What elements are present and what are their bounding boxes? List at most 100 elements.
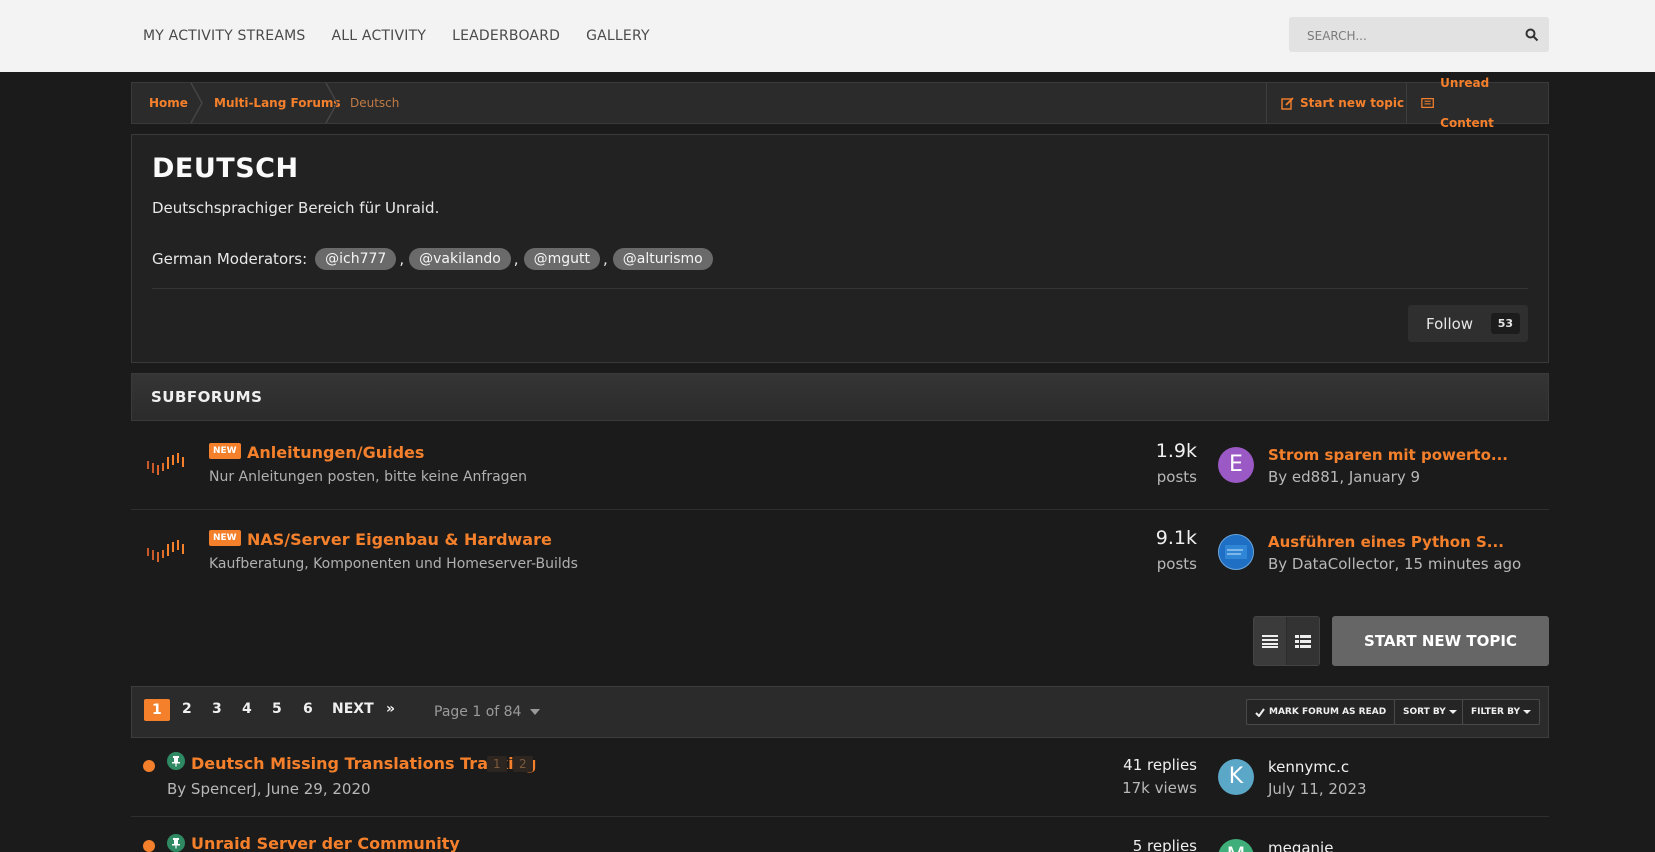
subforum-row: NEW NAS/Server Eigenbau & Hardware Kaufb… xyxy=(131,510,1549,596)
breadcrumb-separator-icon xyxy=(190,83,203,123)
follow-count: 53 xyxy=(1490,313,1520,334)
view-count: 17k views xyxy=(1122,779,1197,797)
breadcrumb-separator-icon xyxy=(325,83,338,123)
unread-content-link[interactable]: Unread Content xyxy=(1406,76,1548,130)
caret-down-icon xyxy=(1448,710,1457,714)
last-post-title[interactable]: Ausführen eines Python S... xyxy=(1268,533,1504,551)
topic-page-link[interactable]: 2 xyxy=(513,756,533,772)
filter-by-label: FILTER BY xyxy=(1471,707,1520,717)
page-link-6[interactable]: 6 xyxy=(303,701,313,717)
start-new-topic-button[interactable]: START NEW TOPIC xyxy=(1332,616,1549,666)
reply-count: 41 replies xyxy=(1123,756,1197,774)
avatar[interactable]: E xyxy=(1218,447,1254,483)
pagination-bar: 1 2 3 4 5 6 NEXT » Page 1 of 84 MARK FOR… xyxy=(131,686,1549,738)
topic-author: By SpencerJ, June 29, 2020 xyxy=(167,780,371,798)
forum-header: DEUTSCH Deutschsprachiger Bereich für Un… xyxy=(131,134,1549,363)
page-link-2[interactable]: 2 xyxy=(182,701,192,717)
subforum-title[interactable]: NAS/Server Eigenbau & Hardware xyxy=(247,530,552,549)
mark-forum-read-button[interactable]: MARK FORUM AS READ xyxy=(1246,699,1396,725)
topic-page-link[interactable]: 1 xyxy=(487,756,507,772)
topic-title[interactable]: Unraid Server der Community xyxy=(191,834,460,852)
pinned-icon xyxy=(167,834,185,852)
moderator-mention[interactable]: @vakilando xyxy=(409,248,511,270)
last-post-author: By DataCollector, 15 minutes ago xyxy=(1268,555,1522,573)
page-jump-dropdown[interactable]: Page 1 of 84 xyxy=(434,704,540,720)
forum-activity-icon xyxy=(147,540,184,562)
avatar[interactable]: M xyxy=(1218,839,1254,852)
page-link-1[interactable]: 1 xyxy=(144,699,170,721)
moderators-line: German Moderators: @ich777, @vakilando, … xyxy=(152,248,715,270)
last-page-link[interactable]: » xyxy=(386,701,395,717)
topic-row: Unraid Server der Community 5 replies M … xyxy=(131,825,1549,852)
sort-by-dropdown[interactable]: SORT BY xyxy=(1394,699,1466,725)
edit-icon xyxy=(1281,96,1294,110)
start-new-topic-label: Start new topic xyxy=(1300,96,1405,110)
nav-my-activity-streams[interactable]: MY ACTIVITY STREAMS xyxy=(143,28,305,44)
next-page-link[interactable]: NEXT xyxy=(332,701,374,717)
top-navigation-bar: MY ACTIVITY STREAMS ALL ACTIVITY LEADERB… xyxy=(0,0,1655,72)
last-post-title[interactable]: Strom sparen mit powerto... xyxy=(1268,446,1508,464)
avatar[interactable] xyxy=(1218,534,1254,570)
search-box xyxy=(1289,17,1549,54)
moderator-mention[interactable]: @ich777 xyxy=(315,248,397,270)
list-icon xyxy=(1262,635,1278,648)
nav-leaderboard[interactable]: LEADERBOARD xyxy=(452,28,560,44)
subforum-description: Kaufberatung, Komponenten und Homeserver… xyxy=(209,556,578,572)
caret-down-icon xyxy=(529,709,540,715)
moderator-mention[interactable]: @alturismo xyxy=(612,248,713,270)
unread-dot-icon[interactable] xyxy=(143,760,155,772)
follow-label: Follow xyxy=(1426,314,1474,333)
mark-forum-read-label: MARK FORUM AS READ xyxy=(1269,707,1387,717)
topic-title[interactable]: Deutsch Missing Translations Tracking xyxy=(191,754,536,773)
moderators-label: German Moderators: xyxy=(152,250,308,268)
search-input[interactable] xyxy=(1305,17,1509,54)
last-post-author: By ed881, January 9 xyxy=(1268,468,1421,486)
subforums-title: SUBFORUMS xyxy=(151,388,263,406)
subforums-heading: SUBFORUMS xyxy=(131,373,1549,421)
caret-down-icon xyxy=(1522,710,1531,714)
divider xyxy=(152,288,1528,289)
list-detail-icon xyxy=(1295,635,1311,648)
view-toggle xyxy=(1253,616,1320,666)
page-title: DEUTSCH xyxy=(152,153,299,184)
unread-dot-icon[interactable] xyxy=(143,840,155,852)
unread-content-label: Unread Content xyxy=(1440,76,1494,130)
new-badge: NEW xyxy=(209,443,241,459)
grid-view-button[interactable] xyxy=(1286,617,1319,665)
post-count-label: posts xyxy=(1156,468,1197,486)
start-new-topic-link[interactable]: Start new topic xyxy=(1266,83,1418,123)
subforum-description: Nur Anleitungen posten, bitte keine Anfr… xyxy=(209,469,528,485)
post-count: 9.1k xyxy=(1155,527,1197,549)
nav-all-activity[interactable]: ALL ACTIVITY xyxy=(331,28,426,44)
follow-button[interactable]: Follow 53 xyxy=(1408,305,1528,342)
last-poster-name[interactable]: meganie xyxy=(1268,839,1333,852)
breadcrumb-deutsch: Deutsch xyxy=(350,96,400,110)
main-nav: MY ACTIVITY STREAMS ALL ACTIVITY LEADERB… xyxy=(143,0,676,72)
filter-by-dropdown[interactable]: FILTER BY xyxy=(1462,699,1540,725)
forum-activity-icon xyxy=(147,453,184,475)
page-of-label: Page 1 of 84 xyxy=(434,704,522,720)
post-count: 1.9k xyxy=(1155,440,1197,462)
search-icon[interactable] xyxy=(1525,27,1539,46)
post-count-label: posts xyxy=(1156,555,1197,573)
divider xyxy=(131,816,1549,817)
subforum-title[interactable]: Anleitungen/Guides xyxy=(247,443,424,462)
last-poster-name[interactable]: kennymc.c xyxy=(1268,758,1349,776)
avatar-image-icon xyxy=(1225,545,1247,559)
page-link-5[interactable]: 5 xyxy=(272,701,282,717)
breadcrumb-multi-lang-forums[interactable]: Multi-Lang Forums xyxy=(214,83,341,123)
page-link-3[interactable]: 3 xyxy=(212,701,222,717)
moderator-mention[interactable]: @mgutt xyxy=(523,248,600,270)
avatar[interactable]: K xyxy=(1218,759,1254,795)
forum-description: Deutschsprachiger Bereich für Unraid. xyxy=(152,199,440,217)
table-view-button[interactable] xyxy=(1254,617,1286,665)
breadcrumb: Home Multi-Lang Forums Deutsch Start new… xyxy=(131,76,1549,130)
reply-count: 5 replies xyxy=(1132,837,1197,852)
new-badge: NEW xyxy=(209,530,241,546)
page-link-4[interactable]: 4 xyxy=(242,701,252,717)
breadcrumb-home[interactable]: Home xyxy=(149,83,188,123)
check-icon xyxy=(1255,707,1265,717)
subforum-row: NEW Anleitungen/Guides Nur Anleitungen p… xyxy=(131,423,1549,509)
sort-by-label: SORT BY xyxy=(1403,707,1446,717)
nav-gallery[interactable]: GALLERY xyxy=(586,28,650,44)
